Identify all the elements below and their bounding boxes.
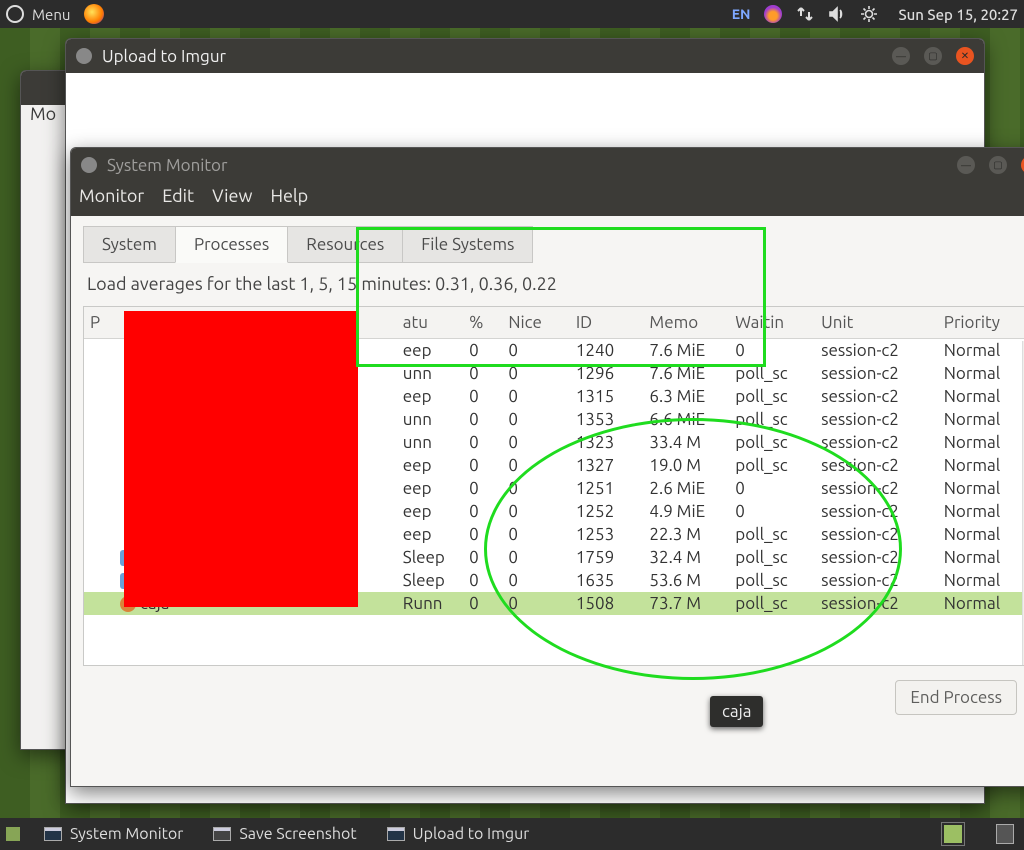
cell-prio: Normal [938,477,1024,500]
task-upload-to-imgur[interactable]: Upload to Imgur [381,823,536,845]
cell-stat: unn [397,431,463,454]
cell-prio: Normal [938,339,1024,363]
task-label: System Monitor [70,825,183,843]
cell-prio: Normal [938,569,1024,592]
cell-stat: Sleep [397,569,463,592]
cell-cpu: 0 [463,385,502,408]
menu-help[interactable]: Help [270,186,308,206]
cell-stat: Sleep [397,546,463,569]
cell-prio: Normal [938,592,1024,615]
end-process-button[interactable]: End Process [895,680,1017,715]
close-button[interactable]: ✕ [956,47,974,65]
menu-bar: Monitor Edit View Help [71,182,1024,216]
cell-unit: session-c2 [815,385,938,408]
settings-gear-icon[interactable] [860,5,878,23]
task-system-monitor[interactable]: System Monitor [38,823,189,845]
cell-prio: Normal [938,362,1024,385]
cell-cpu: 0 [463,592,502,615]
maximize-button[interactable]: ▢ [989,156,1007,174]
cell-stat: Runn [397,592,463,615]
cell-cpu: 0 [463,431,502,454]
task-icon [213,827,231,841]
network-icon[interactable] [796,5,814,23]
window-title: System Monitor [107,156,943,175]
annotation-green-ellipse [484,418,902,680]
firefox-icon[interactable] [84,4,104,24]
cell-prio: Normal [938,546,1024,569]
cell-nice: 0 [502,408,569,431]
app-icon [76,48,92,64]
ubuntu-logo-icon[interactable] [6,5,24,23]
cell-stat: eep [397,500,463,523]
trash-icon[interactable] [996,824,1014,844]
window-title: Upload to Imgur [102,47,878,66]
clock[interactable]: Sun Sep 15, 20:27 [898,6,1018,23]
cell-nice: 0 [502,385,569,408]
cell-prio: Normal [938,408,1024,431]
cell-stat: unn [397,408,463,431]
tooltip: caja [710,696,763,727]
notification-icon[interactable] [764,5,782,23]
cell-cpu: 0 [463,477,502,500]
cell-cpu: 0 [463,454,502,477]
cell-stat: eep [397,523,463,546]
tab-system[interactable]: System [83,226,176,263]
annotation-red-rectangle [124,311,358,607]
bottom-panel: System Monitor Save Screenshot Upload to… [0,818,1024,850]
column-priority[interactable]: Priority [938,307,1024,339]
app-icon [81,157,97,173]
task-icon [44,827,62,841]
task-save-screenshot[interactable]: Save Screenshot [207,823,362,845]
cell-prio: Normal [938,500,1024,523]
cell-prio: Normal [938,431,1024,454]
maximize-button[interactable]: ▢ [924,47,942,65]
annotation-green-rectangle [356,227,766,367]
task-label: Save Screenshot [239,825,356,843]
cell-prio: Normal [938,385,1024,408]
cell-unit: session-c2 [815,339,938,363]
cell-prio: Normal [938,454,1024,477]
keyboard-layout-indicator[interactable]: EN [732,6,751,22]
cell-unit: session-c2 [815,408,938,431]
minimize-button[interactable]: — [892,47,910,65]
tab-processes[interactable]: Processes [175,226,288,263]
top-panel: Menu EN Sun Sep 15, 20:27 [0,0,1024,28]
cell-id: 1315 [570,385,644,408]
cell-unit: session-c2 [815,362,938,385]
task-icon [387,827,405,841]
menu-view[interactable]: View [212,186,252,206]
cell-wait: poll_sc [729,385,815,408]
workspace-switcher[interactable] [942,823,964,845]
minimize-button[interactable]: — [957,156,975,174]
menu-button[interactable]: Menu [32,6,70,23]
cell-mem: 6.3 MiE [643,385,729,408]
cell-stat: eep [397,454,463,477]
task-label: Upload to Imgur [413,825,530,843]
cell-stat: eep [397,385,463,408]
menu-monitor[interactable]: Monitor [79,186,144,206]
volume-icon[interactable] [828,5,846,23]
cell-unit: session-c2 [815,431,938,454]
window-title-fragment: Mo [30,104,56,124]
show-desktop-icon[interactable] [6,827,20,841]
cell-cpu: 0 [463,408,502,431]
column-unit[interactable]: Unit [815,307,938,339]
cell-prio: Normal [938,523,1024,546]
menu-edit[interactable]: Edit [162,186,194,206]
cell-stat: eep [397,477,463,500]
